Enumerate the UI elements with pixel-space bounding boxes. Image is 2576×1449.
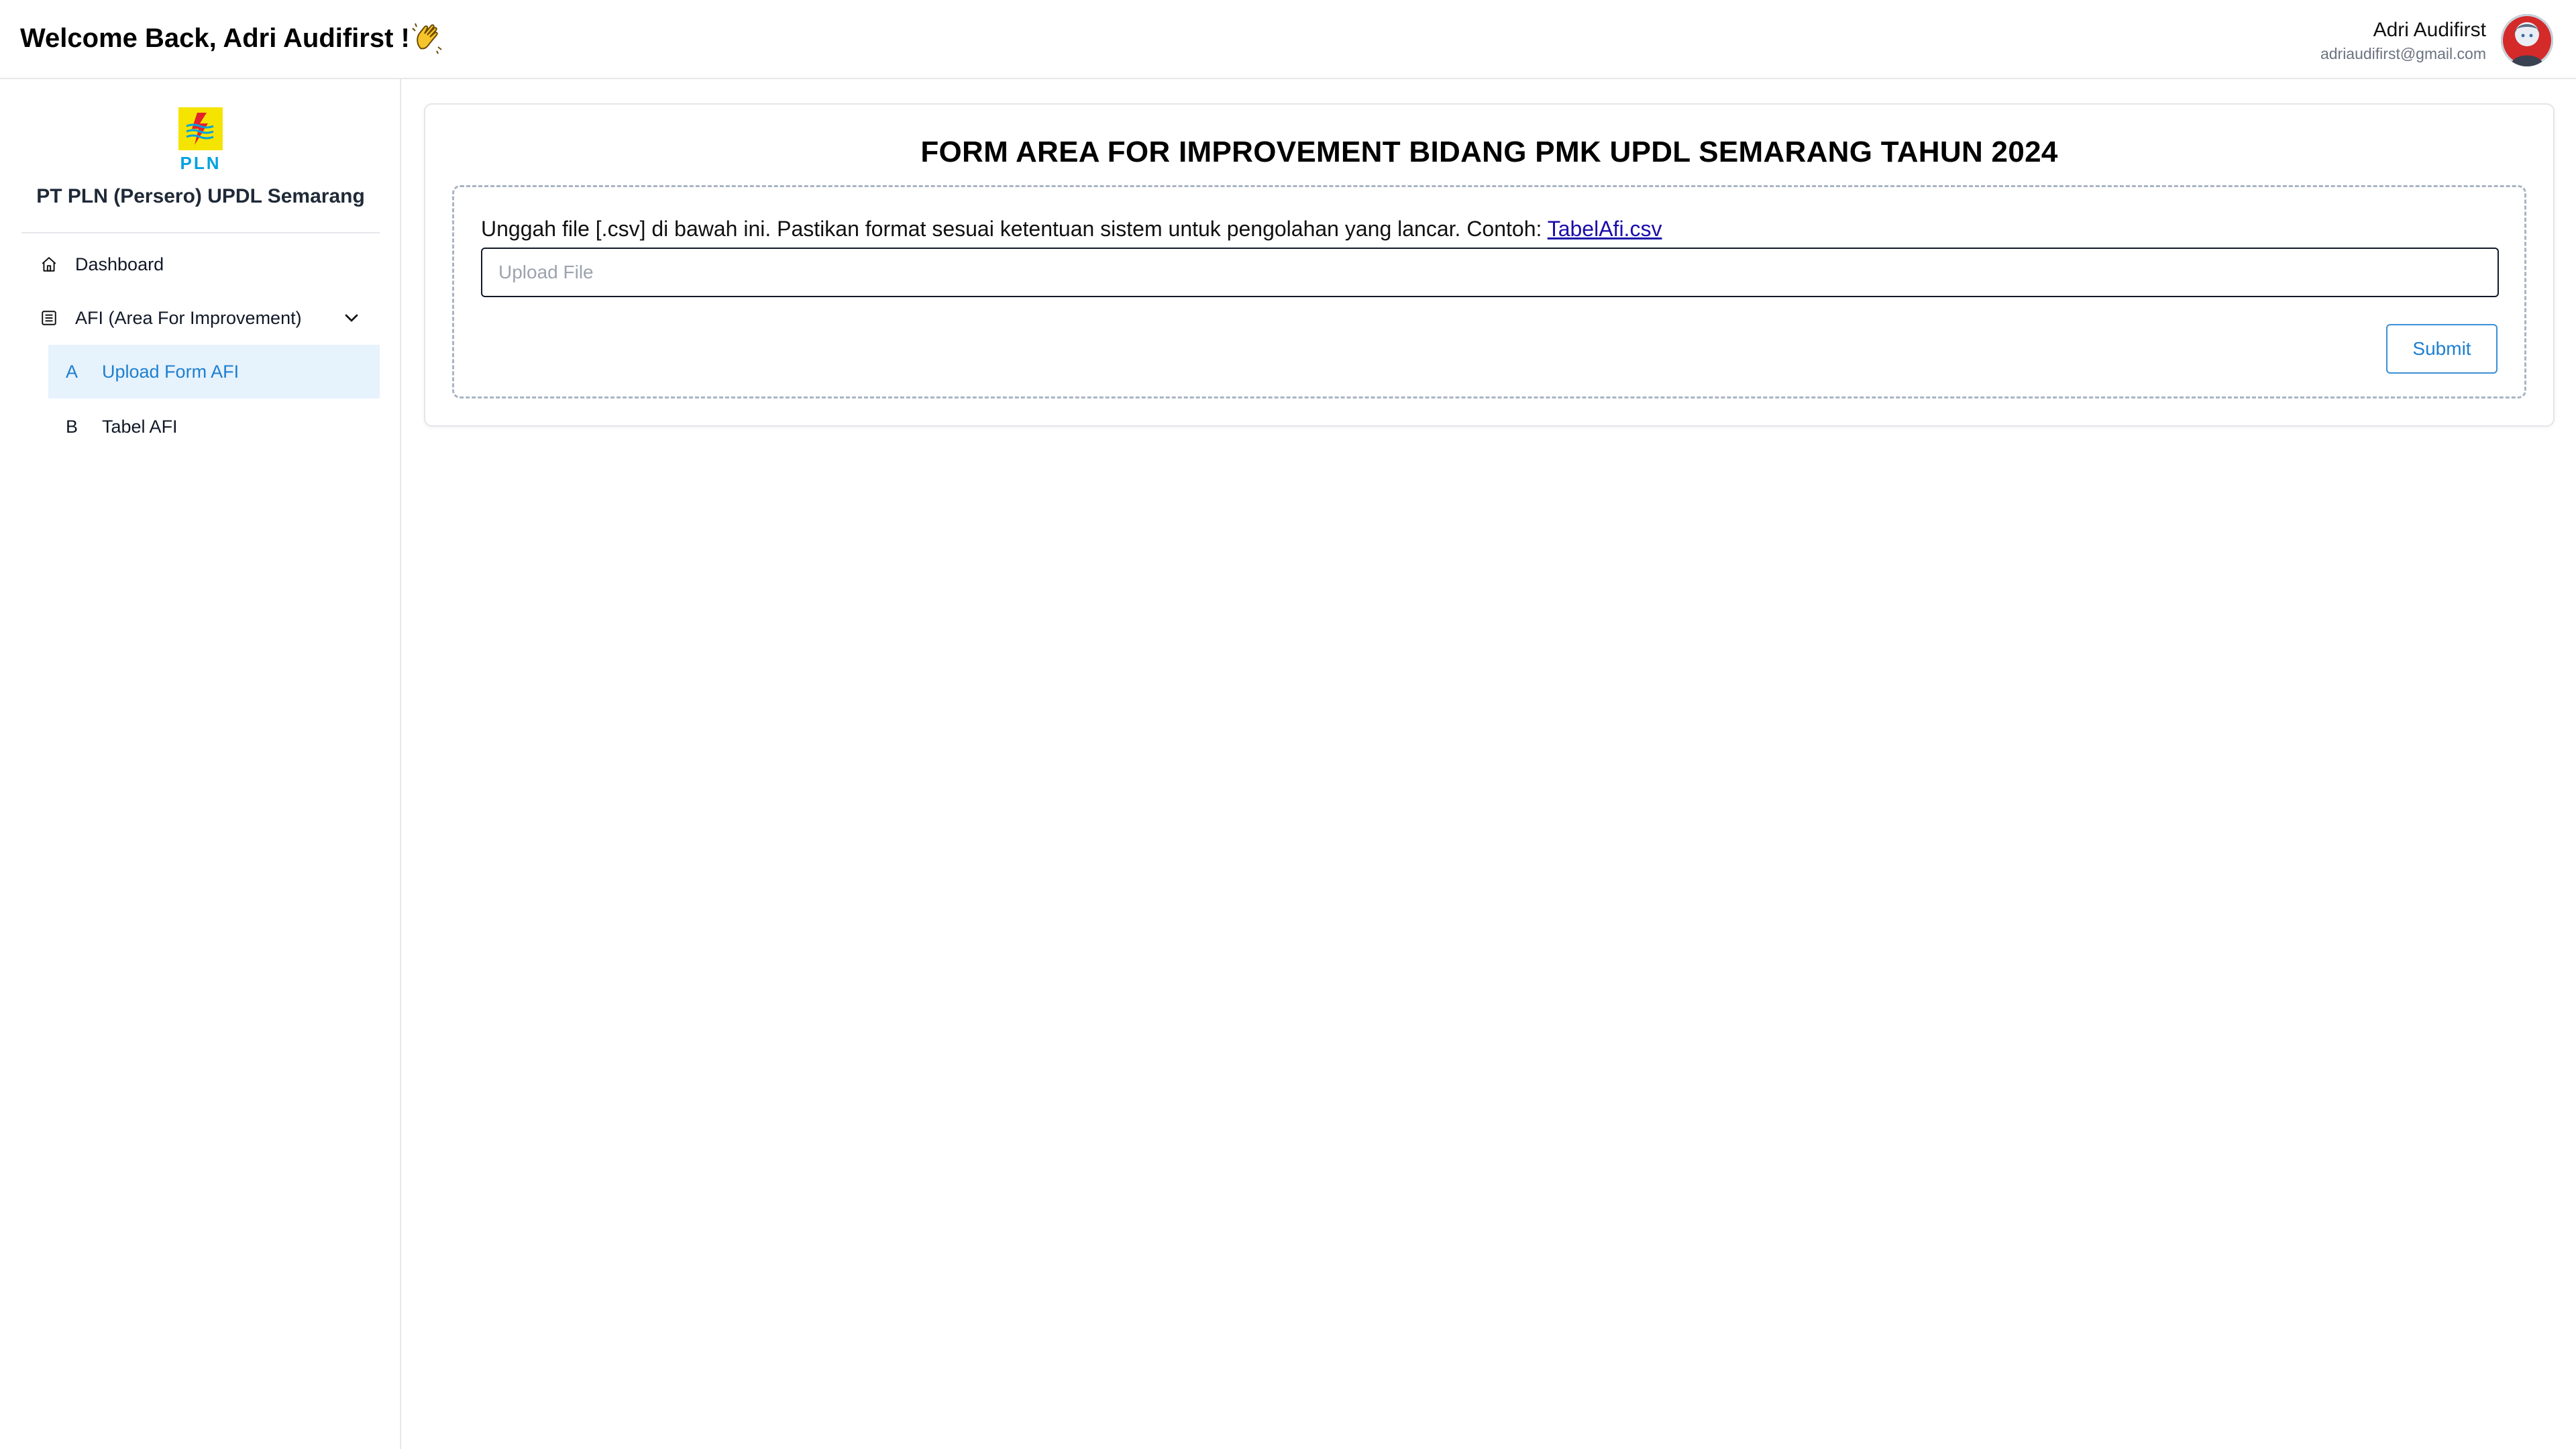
sidebar-subitem-tabel-afi[interactable]: B Tabel AFI — [48, 400, 380, 453]
pln-logo: PLN — [177, 106, 224, 173]
user-info: Adri Audifirst adriaudifirst@gmail.com — [2320, 17, 2486, 64]
sidebar-item-afi[interactable]: AFI (Area For Improvement) — [21, 291, 380, 345]
avatar[interactable] — [2501, 14, 2553, 66]
welcome-text: Welcome Back, Adri Audifirst ! — [20, 23, 410, 53]
subitem-label: Tabel AFI — [102, 416, 178, 437]
subitem-label: Upload Form AFI — [102, 361, 239, 382]
company-name: PT PLN (Persero) UPDL Semarang — [36, 185, 365, 207]
subitem-letter: B — [66, 416, 78, 437]
submit-button[interactable]: Submit — [2386, 324, 2498, 374]
home-icon — [39, 254, 59, 274]
subitem-letter: A — [66, 361, 78, 382]
upload-form-card: FORM AREA FOR IMPROVEMENT BIDANG PMK UPD… — [424, 103, 2555, 427]
page-title: FORM AREA FOR IMPROVEMENT BIDANG PMK UPD… — [920, 136, 2058, 168]
sidebar-subitem-upload-form-afi[interactable]: A Upload Form AFI — [48, 345, 380, 398]
sidebar-divider — [21, 232, 380, 233]
user-email: adriaudifirst@gmail.com — [2320, 45, 2486, 62]
user-profile[interactable]: Adri Audifirst adriaudifirst@gmail.com — [2320, 13, 2553, 67]
example-file-link[interactable]: TabelAfi.csv — [1548, 217, 1662, 241]
sidebar: PLN PT PLN (Persero) UPDL Semarang Dashb… — [0, 79, 401, 1449]
sidebar-item-label: AFI (Area For Improvement) — [75, 307, 302, 328]
top-header: Welcome Back, Adri Audifirst ! Adri Audi… — [0, 0, 2576, 79]
upload-instruction: Unggah file [.csv] di bawah ini. Pastika… — [481, 217, 1662, 241]
list-icon — [39, 308, 59, 328]
user-name: Adri Audifirst — [2373, 19, 2486, 41]
upload-dropzone[interactable]: Unggah file [.csv] di bawah ini. Pastika… — [452, 185, 2526, 398]
chevron-down-icon[interactable] — [341, 307, 362, 329]
upload-file-input[interactable] — [481, 248, 2499, 297]
welcome-heading: Welcome Back, Adri Audifirst ! — [20, 21, 445, 55]
instruction-text: Unggah file [.csv] di bawah ini. Pastika… — [481, 217, 1548, 241]
clapping-hand-icon — [411, 21, 445, 55]
sidebar-item-label: Dashboard — [75, 254, 164, 274]
sidebar-item-dashboard[interactable]: Dashboard — [21, 237, 380, 291]
svg-text:PLN: PLN — [180, 153, 221, 173]
